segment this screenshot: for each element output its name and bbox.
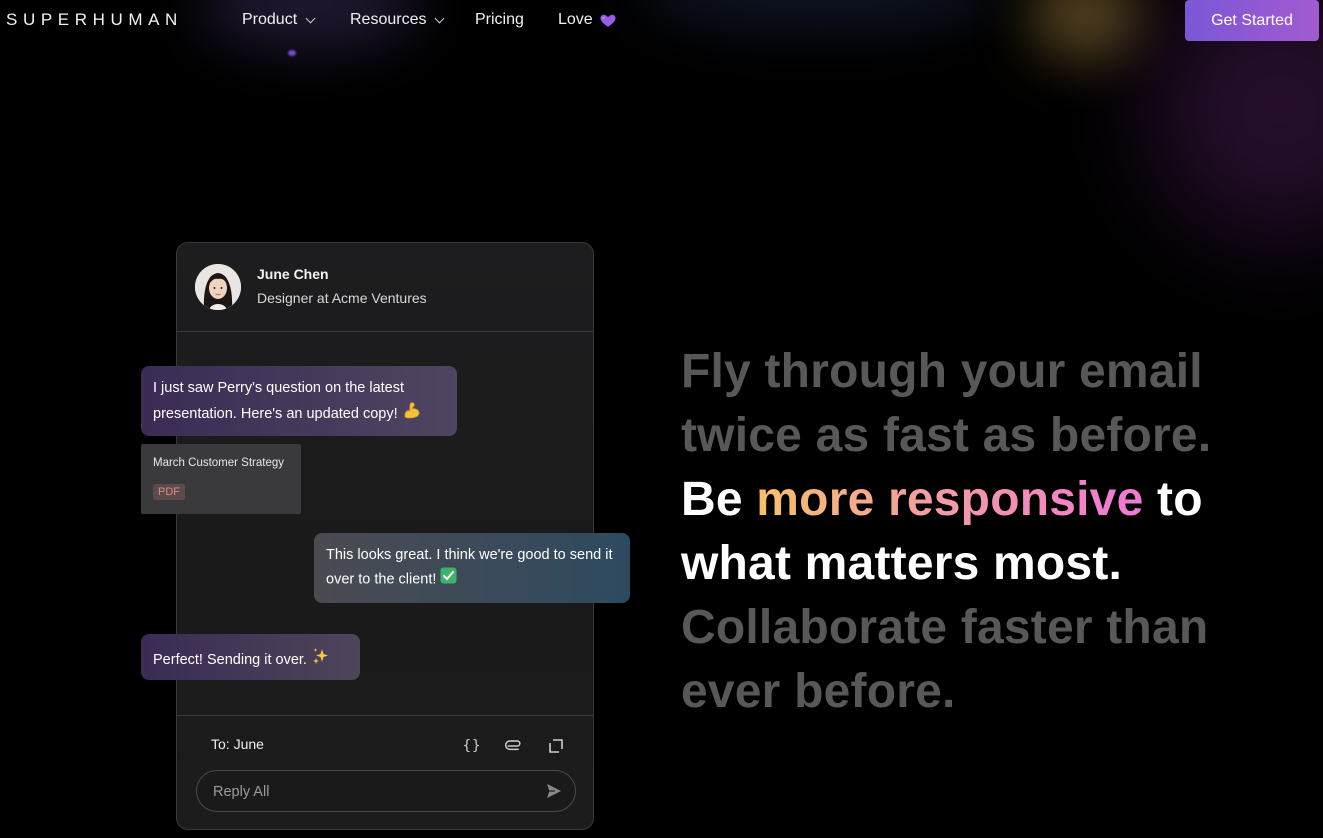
nav-item-label: Love xyxy=(558,11,593,28)
flexed-biceps-icon xyxy=(402,400,422,428)
send-icon[interactable] xyxy=(545,782,563,800)
file-type-badge: PDF xyxy=(153,484,185,500)
chevron-down-icon xyxy=(305,13,316,23)
message-bubble-incoming: I just saw Perry's question on the lates… xyxy=(141,366,457,436)
logo[interactable]: SUPERHUMAN xyxy=(6,10,183,30)
page: SUPERHUMAN Product Resources Pricing Lov… xyxy=(0,0,1323,838)
check-mark-button-icon xyxy=(440,567,457,592)
top-nav: SUPERHUMAN Product Resources Pricing Lov… xyxy=(0,0,1323,42)
attachment-title: March Customer Strategy xyxy=(153,457,285,469)
message-text: Perfect! Sending it over. xyxy=(153,651,307,668)
contact-name: June Chen xyxy=(257,266,329,282)
headline-line: Collaborate faster than xyxy=(681,601,1209,654)
hero-headline: Fly through your email twice as fast as … xyxy=(681,340,1281,724)
paperclip-icon[interactable] xyxy=(503,735,525,757)
composer-divider xyxy=(177,715,593,716)
nav-item-resources[interactable]: Resources xyxy=(350,11,445,29)
reply-input[interactable] xyxy=(211,771,535,813)
expand-icon[interactable] xyxy=(545,735,567,757)
message-bubble-outgoing: This looks great. I think we're good to … xyxy=(314,533,630,603)
nav-item-label: Product xyxy=(242,11,298,28)
get-started-button[interactable]: Get Started xyxy=(1185,0,1319,41)
contact-role: Designer at Acme Ventures xyxy=(257,290,427,306)
headline-line: what matters most. xyxy=(681,537,1123,590)
headline-line: ever before. xyxy=(681,665,956,718)
card-header: June Chen Designer at Acme Ventures xyxy=(177,243,593,332)
message-text: This looks great. I think we're good to … xyxy=(326,547,613,588)
chevron-down-icon xyxy=(435,13,445,23)
recipient-label[interactable]: To: June xyxy=(211,736,264,752)
headline-text: to xyxy=(1143,473,1203,526)
nav-item-label: Resources xyxy=(350,11,427,28)
braces-icon[interactable]: {} xyxy=(461,735,483,757)
nav-item-product[interactable]: Product xyxy=(242,11,316,29)
headline-line: Fly through your email xyxy=(681,345,1203,398)
headline-line: Be more responsive to xyxy=(681,468,1281,532)
headline-highlight: more responsive xyxy=(756,473,1144,526)
avatar[interactable] xyxy=(195,264,241,310)
reply-field[interactable] xyxy=(196,770,576,813)
purple-heart-icon xyxy=(599,11,617,29)
message-text: I just saw Perry's question on the lates… xyxy=(153,380,405,422)
message-bubble-incoming: Perfect! Sending it over. xyxy=(141,634,360,680)
sparkles-icon xyxy=(311,646,331,674)
nav-item-label: Pricing xyxy=(475,11,524,28)
attachment-card[interactable]: March Customer Strategy PDF xyxy=(141,444,301,514)
headline-line: twice as fast as before. xyxy=(681,409,1212,462)
nav-item-love[interactable]: Love xyxy=(558,11,617,29)
nav-item-pricing[interactable]: Pricing xyxy=(475,11,524,29)
glow-dot xyxy=(288,50,296,56)
headline-text: Be xyxy=(681,473,757,526)
